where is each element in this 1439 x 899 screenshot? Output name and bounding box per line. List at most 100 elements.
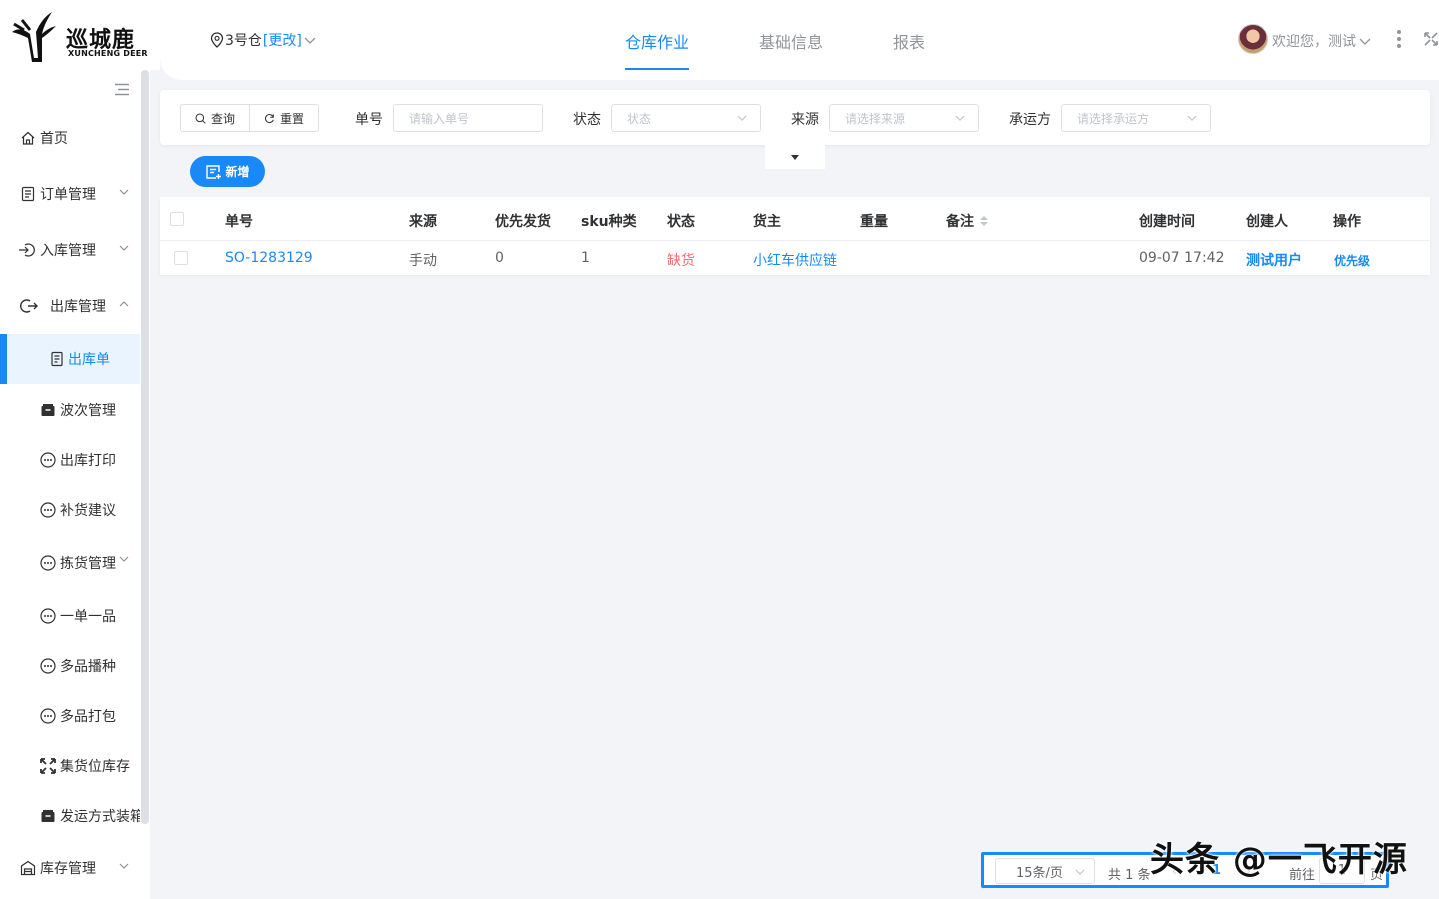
sidebar-item-label: 一单一品 — [60, 609, 116, 625]
search-icon — [195, 113, 206, 124]
sidebar-item-label: 多品打包 — [60, 709, 116, 725]
sidebar-item-label: 入库管理 — [40, 243, 96, 259]
creator-link[interactable]: 测试用户 — [1246, 250, 1302, 270]
collect-icon — [40, 758, 56, 774]
column-header: 优先发货 — [495, 214, 551, 230]
sidebar-item-home[interactable]: 首页 — [0, 118, 140, 158]
watermark: 头条 @一飞开源 — [1150, 840, 1408, 880]
sidebar-item-shipping-pack[interactable]: 发运方式装箱 — [0, 796, 144, 836]
outbound-icon — [20, 298, 38, 314]
location-pin-icon — [210, 32, 224, 48]
chevron-down-icon — [1359, 38, 1371, 45]
sidebar-scrollbar[interactable] — [141, 70, 149, 824]
outbound-order-table: 单号 来源 优先发货 sku种类 状态 货主 重量 备注 创建时间 创建人 操作… — [160, 197, 1430, 275]
priority-action-button[interactable]: 优先级 — [1334, 252, 1370, 269]
sidebar-item-orders[interactable]: 订单管理 — [0, 174, 140, 214]
tab-basic-info[interactable]: 基础信息 — [759, 29, 823, 53]
order-no-link[interactable]: SO-1283129 — [225, 250, 313, 266]
sidebar-item-label: 集货位库存 — [60, 759, 130, 775]
home-icon — [20, 130, 36, 146]
user-menu[interactable]: 欢迎您，测试 — [1272, 31, 1372, 51]
add-doc-icon — [206, 164, 222, 179]
doc-icon — [50, 351, 64, 367]
sidebar-item-multi-sow[interactable]: 多品播种 — [0, 646, 140, 686]
column-header: 操作 — [1333, 214, 1361, 230]
cell-status: 缺货 — [667, 253, 695, 269]
column-header: sku种类 — [581, 214, 637, 230]
refresh-icon — [265, 113, 274, 123]
order-no-label: 单号 — [355, 112, 383, 128]
top-bar: 巡城鹿 XUNCHENG DEER 3号仓 [更改] 仓库作业 基础信息 报表 … — [0, 0, 1439, 80]
order-icon — [20, 186, 36, 202]
carrier-label: 承运方 — [1009, 112, 1051, 128]
menu-collapse-icon[interactable] — [114, 83, 130, 96]
add-button[interactable]: 新增 — [190, 156, 265, 187]
chevron-down-icon — [119, 245, 129, 251]
column-header: 重量 — [860, 214, 888, 230]
carrier-placeholder: 请选择承运方 — [1077, 111, 1150, 126]
more-menu-icon[interactable] — [1396, 30, 1402, 51]
change-warehouse-link[interactable]: [更改] — [263, 30, 302, 50]
query-button[interactable]: 查询 — [181, 105, 249, 131]
expand-filters-toggle[interactable] — [765, 145, 825, 169]
logo-name-en: XUNCHENG DEER — [68, 49, 148, 58]
dots-icon — [40, 608, 56, 624]
sort-icon[interactable] — [980, 216, 988, 226]
chevron-down-icon — [1187, 115, 1197, 121]
carrier-select[interactable]: 请选择承运方 — [1061, 104, 1211, 132]
status-label: 状态 — [573, 112, 601, 128]
sidebar-item-outbound[interactable]: 出库管理 — [0, 286, 140, 326]
chevron-down-icon — [119, 556, 129, 562]
dots-icon — [40, 502, 56, 518]
select-all-checkbox[interactable] — [170, 212, 184, 226]
fullscreen-icon[interactable] — [1424, 31, 1438, 47]
sidebar-item-label: 出库管理 — [50, 299, 106, 315]
sidebar-item-multi-pack[interactable]: 多品打包 — [0, 696, 140, 736]
row-checkbox[interactable] — [174, 251, 188, 265]
sidebar-item-label: 波次管理 — [60, 403, 116, 419]
sidebar-item-collect-stock[interactable]: 集货位库存 — [0, 746, 140, 786]
avatar[interactable] — [1238, 24, 1268, 54]
sidebar-item-picking[interactable]: 拣货管理 — [0, 543, 140, 583]
remark-column-header[interactable]: 备注 — [946, 211, 988, 231]
column-header: 创建时间 — [1139, 214, 1195, 230]
sidebar-item-label: 拣货管理 — [60, 556, 116, 572]
column-header: 来源 — [409, 214, 437, 230]
sidebar-item-outbound-orders[interactable]: 出库单 — [0, 334, 140, 384]
sidebar-item-inventory[interactable]: 库存管理 — [0, 848, 140, 888]
status-placeholder: 状态 — [627, 111, 652, 126]
column-header: 单号 — [225, 214, 253, 230]
tab-warehouse-ops[interactable]: 仓库作业 — [625, 29, 689, 53]
sidebar-item-label: 出库打印 — [60, 453, 116, 469]
sidebar-item-wave[interactable]: 波次管理 — [0, 390, 140, 430]
add-label: 新增 — [225, 165, 250, 179]
box-icon — [40, 808, 56, 824]
dots-icon — [40, 452, 56, 468]
sidebar: 首页 订单管理 入库管理 出库管理 出库单 波次管理 出库打印 补货建议 拣货管… — [0, 70, 150, 899]
deer-logo-icon — [12, 12, 56, 62]
order-no-input[interactable]: 请输入单号 — [393, 104, 543, 132]
reset-button[interactable]: 重置 — [249, 105, 318, 131]
cell-sku-count: 1 — [581, 250, 590, 266]
table-header: 单号 来源 优先发货 sku种类 状态 货主 重量 备注 创建时间 创建人 操作 — [160, 197, 1430, 241]
sidebar-item-outbound-print[interactable]: 出库打印 — [0, 440, 140, 480]
tab-reports[interactable]: 报表 — [893, 29, 925, 53]
sidebar-item-inbound[interactable]: 入库管理 — [0, 230, 140, 270]
caret-down-icon — [791, 155, 799, 160]
search-button-group: 查询 重置 — [180, 104, 320, 132]
column-header: 状态 — [667, 214, 695, 230]
header-panel: 3号仓 [更改] 仓库作业 基础信息 报表 欢迎您，测试 — [160, 0, 1439, 80]
sidebar-item-single-item[interactable]: 一单一品 — [0, 596, 140, 636]
owner-link[interactable]: 小红车供应链 — [753, 250, 837, 270]
status-select[interactable]: 状态 — [611, 104, 761, 132]
dots-icon — [40, 555, 56, 571]
page-size-select[interactable]: 15条/页 — [995, 858, 1095, 884]
source-select[interactable]: 请选择来源 — [829, 104, 979, 132]
active-tab-indicator — [625, 68, 689, 70]
warehouse-selector[interactable]: 3号仓 [更改] — [210, 30, 317, 50]
sidebar-item-label: 发运方式装箱 — [60, 809, 144, 825]
search-panel: 查询 重置 单号 请输入单号 状态 状态 来源 请选择来源 承运方 请选择承运方 — [160, 90, 1430, 145]
sidebar-item-replenish[interactable]: 补货建议 — [0, 490, 140, 530]
cell-source: 手动 — [409, 253, 437, 269]
chevron-up-icon — [119, 301, 129, 307]
